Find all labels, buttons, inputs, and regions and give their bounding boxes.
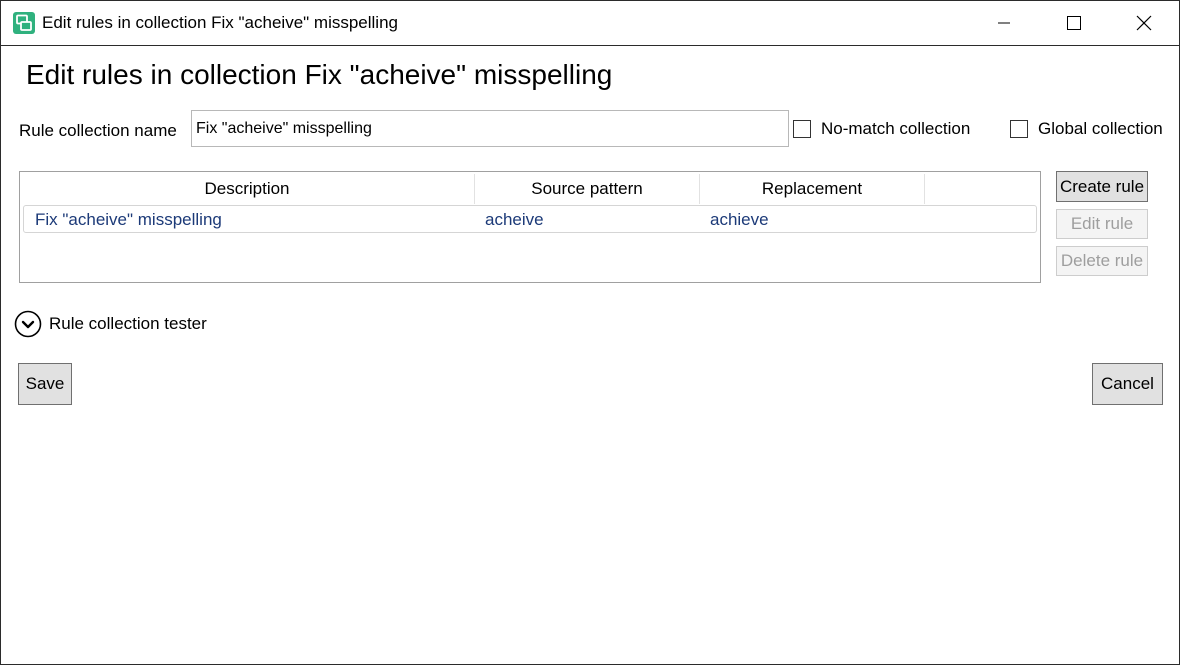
column-header-replacement[interactable]: Replacement — [700, 174, 925, 204]
close-button[interactable] — [1109, 1, 1179, 45]
rule-replacement-cell: achieve — [710, 210, 769, 229]
save-button[interactable]: Save — [18, 363, 72, 405]
global-collection-checkbox[interactable]: Global collection — [1010, 119, 1163, 139]
cancel-button[interactable]: Cancel — [1092, 363, 1163, 405]
no-match-collection-label: No-match collection — [821, 119, 971, 138]
rules-table: Description Source pattern Replacement F… — [19, 171, 1041, 283]
close-icon — [1136, 15, 1152, 31]
page-title: Edit rules in collection Fix "acheive" m… — [26, 59, 613, 90]
table-row[interactable]: Fix "acheive" misspelling acheive achiev… — [23, 205, 1037, 233]
minimize-button[interactable] — [969, 1, 1039, 45]
rule-collection-tester-expander[interactable]: Rule collection tester — [14, 310, 207, 338]
rule-source-cell: acheive — [485, 210, 544, 229]
edit-rules-dialog: Edit rules in collection Fix "acheive" m… — [0, 0, 1180, 665]
app-logo-icon — [13, 12, 35, 34]
maximize-icon — [1067, 16, 1081, 30]
no-match-collection-checkbox[interactable]: No-match collection — [793, 119, 970, 139]
checkbox-box[interactable] — [793, 120, 811, 138]
checkbox-box[interactable] — [1010, 120, 1028, 138]
column-header-description[interactable]: Description — [20, 174, 475, 204]
title-bar[interactable]: Edit rules in collection Fix "acheive" m… — [1, 1, 1179, 46]
rule-collection-tester-label: Rule collection tester — [49, 314, 207, 333]
maximize-button[interactable] — [1039, 1, 1109, 45]
window-title: Edit rules in collection Fix "acheive" m… — [42, 13, 398, 32]
rule-description-cell: Fix "acheive" misspelling — [35, 210, 222, 229]
create-rule-button[interactable]: Create rule — [1056, 171, 1148, 202]
collection-name-input[interactable] — [191, 110, 789, 147]
edit-rule-button[interactable]: Edit rule — [1056, 209, 1148, 239]
minimize-icon — [998, 22, 1010, 24]
chevron-down-circle-icon[interactable] — [14, 310, 42, 338]
column-header-source-pattern[interactable]: Source pattern — [475, 174, 700, 204]
global-collection-label: Global collection — [1038, 119, 1163, 138]
table-header: Description Source pattern Replacement — [20, 172, 1040, 204]
collection-name-label: Rule collection name — [19, 121, 177, 140]
delete-rule-button[interactable]: Delete rule — [1056, 246, 1148, 276]
